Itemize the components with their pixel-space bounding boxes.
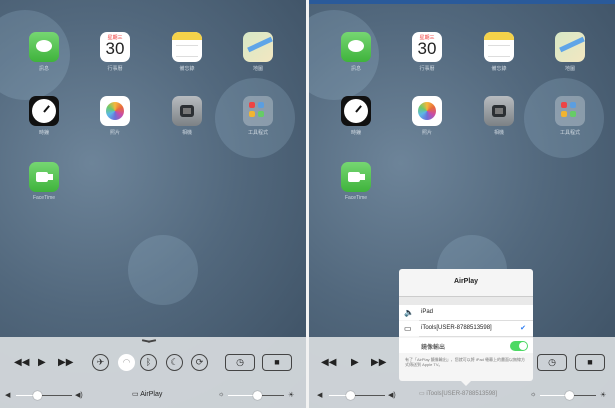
wifi-icon[interactable]: ◠ [118,354,135,371]
airplane-mode-icon[interactable]: ✈ [92,354,109,371]
app-photos[interactable]: 照片 [98,96,132,136]
airplay-button[interactable]: ▭ AirPlay [132,390,162,398]
volume-low-icon: ◀ [5,392,11,399]
speaker-icon: 🔈 [404,308,414,317]
photos-icon [412,96,442,126]
brightness-low-icon: ☼ [530,391,537,398]
app-facetime[interactable]: FaceTime [27,162,61,201]
status-bar [309,0,615,4]
app-messages[interactable]: 訊息 [339,32,373,72]
airplay-device-itools[interactable]: ▭ iTools[USER-8788513598] ✔ [399,321,533,336]
app-notes[interactable]: 備忘錄 [170,32,204,72]
popover-title: AirPlay [453,278,479,285]
app-messages[interactable]: 訊息 [27,32,61,72]
rewind-icon[interactable]: ◀◀ [321,357,336,369]
camera-icon [484,96,514,126]
brightness-low-icon: ☼ [218,391,225,398]
mirroring-row: 鏡像輸出 [399,338,533,353]
folder-icon [243,96,273,126]
clock-icon [29,96,59,126]
airplay-icon: ▭ [419,391,425,397]
calendar-icon: 星期三 30 [412,32,442,62]
do-not-disturb-icon[interactable]: ☾ [166,354,183,371]
play-icon[interactable]: ▶ [38,357,46,369]
camera-shortcut-icon[interactable]: ■ [575,354,605,371]
maps-icon [555,32,585,62]
calendar-icon: 星期三 30 [100,32,130,62]
airplay-device-ipad[interactable]: 🔈 iPad [399,305,533,320]
app-camera[interactable]: 相機 [482,96,516,136]
messages-icon [341,32,371,62]
app-folder[interactable]: 工具程式 [553,96,587,136]
brightness-slider[interactable] [540,391,596,400]
bluetooth-icon[interactable]: ᛒ [140,354,157,371]
app-folder[interactable]: 工具程式 [241,96,275,136]
airplay-button[interactable]: ▭ iTools[USER-8788513598] [419,390,497,397]
fast-forward-icon[interactable]: ▶▶ [58,357,73,369]
app-clock[interactable]: 時鐘 [27,96,61,136]
notes-icon [172,32,202,62]
timer-icon[interactable]: ◷ [225,354,255,371]
mirroring-toggle[interactable] [510,341,528,351]
brightness-high-icon: ☀ [288,392,295,399]
maps-icon [243,32,273,62]
notes-icon [484,32,514,62]
volume-slider[interactable] [16,391,72,400]
wallpaper-bokeh [128,235,198,305]
play-icon[interactable]: ▶ [351,357,359,369]
mirroring-note: 有了「AirPlay 鏡像輸出」，您就可以將 iPad 螢幕上的畫面以無線方式傳… [405,357,526,367]
popover-arrow [461,381,471,386]
clock-icon [341,96,371,126]
brightness-slider[interactable] [228,391,284,400]
app-notes[interactable]: 備忘錄 [482,32,516,72]
app-calendar[interactable]: 星期三 30 行事曆 [410,32,444,72]
app-camera[interactable]: 相機 [170,96,204,136]
volume-slider-knob[interactable] [346,391,355,400]
camera-shortcut-icon[interactable]: ■ [262,354,292,371]
airplay-icon: ▭ [132,391,139,398]
chevron-down-icon[interactable] [142,340,156,344]
brightness-high-icon: ☀ [600,392,607,399]
rotation-lock-icon[interactable]: ⟳ [191,354,208,371]
app-facetime[interactable]: FaceTime [339,162,373,201]
checkmark-icon: ✔ [520,325,526,332]
timer-icon[interactable]: ◷ [537,354,567,371]
app-calendar[interactable]: 星期三 30 行事曆 [98,32,132,72]
app-photos[interactable]: 照片 [410,96,444,136]
app-maps[interactable]: 地圖 [553,32,587,72]
brightness-slider-knob[interactable] [253,391,262,400]
messages-icon [29,32,59,62]
photos-icon [100,96,130,126]
volume-slider[interactable] [329,391,385,400]
app-clock[interactable]: 時鐘 [339,96,373,136]
folder-icon [555,96,585,126]
fast-forward-icon[interactable]: ▶▶ [371,357,386,369]
volume-slider-knob[interactable] [33,391,42,400]
camera-icon [172,96,202,126]
app-maps[interactable]: 地圖 [241,32,275,72]
airplay-popover: AirPlay 🔈 iPad ▭ iTools[USER-8788513598]… [399,269,533,381]
facetime-icon [29,162,59,192]
right-ipad-screen: 訊息 星期三 30 行事曆 備忘錄 地圖 時鐘 照片 相機 工具程式 FaceT… [309,0,615,408]
volume-high-icon: ◀) [75,392,83,399]
rewind-icon[interactable]: ◀◀ [14,357,29,369]
volume-high-icon: ◀) [388,392,396,399]
brightness-slider-knob[interactable] [565,391,574,400]
facetime-icon [341,162,371,192]
tv-icon: ▭ [404,324,412,333]
volume-low-icon: ◀ [317,392,323,399]
left-ipad-screen: 訊息 星期三 30 行事曆 備忘錄 地圖 時鐘 照片 相機 工具程式 FaceT… [0,0,306,408]
